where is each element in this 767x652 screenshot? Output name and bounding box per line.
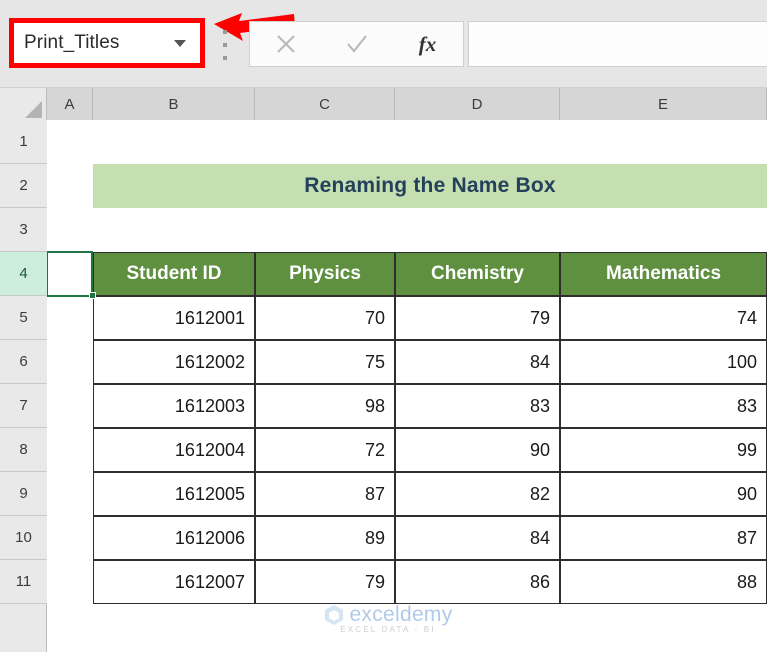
name-box-value: Print_Titles (24, 32, 120, 53)
table-row[interactable]: 1612006 (93, 516, 255, 560)
table-row[interactable]: 1612004 (93, 428, 255, 472)
row-header-1[interactable]: 1 (0, 120, 47, 164)
column-header-row: A B C D E (0, 88, 767, 120)
enter-check-icon[interactable] (321, 22, 392, 66)
fill-handle[interactable] (89, 292, 96, 299)
row-header-9[interactable]: 9 (0, 472, 47, 516)
table-row[interactable]: 86 (395, 560, 560, 604)
table-header-physics[interactable]: Physics (255, 252, 395, 296)
table-row[interactable]: 84 (395, 516, 560, 560)
table-row[interactable]: 83 (560, 384, 767, 428)
table-header-mathematics[interactable]: Mathematics (560, 252, 767, 296)
table-row[interactable]: 74 (560, 296, 767, 340)
row-header-column: 1 2 3 4 5 6 7 8 9 10 11 (0, 120, 47, 652)
cancel-x-icon[interactable] (250, 22, 321, 66)
row-header-11[interactable]: 11 (0, 560, 47, 604)
formula-bar-area: Print_Titles fx (0, 0, 767, 88)
table-row[interactable]: 1612005 (93, 472, 255, 516)
formula-input[interactable] (468, 21, 767, 67)
worksheet-grid: A B C D E 1 2 3 4 5 6 7 8 9 10 11 Renami… (0, 88, 767, 652)
table-row[interactable]: 83 (395, 384, 560, 428)
row-header-7[interactable]: 7 (0, 384, 47, 428)
insert-function-button[interactable]: fx (392, 22, 463, 66)
table-row[interactable]: 1612007 (93, 560, 255, 604)
table-row[interactable]: 100 (560, 340, 767, 384)
table-header-student-id[interactable]: Student ID (93, 252, 255, 296)
table-row[interactable]: 87 (560, 516, 767, 560)
row-header-8[interactable]: 8 (0, 428, 47, 472)
table-row[interactable]: 72 (255, 428, 395, 472)
table-row[interactable]: 87 (255, 472, 395, 516)
name-box[interactable]: Print_Titles (14, 23, 200, 63)
column-header-d[interactable]: D (395, 88, 560, 120)
name-box-highlight: Print_Titles (9, 18, 205, 68)
chevron-down-icon[interactable] (174, 39, 186, 47)
excel-worksheet-screenshot: Print_Titles fx A B C D E 1 2 3 4 5 6 7 … (0, 0, 767, 652)
table-row[interactable]: 79 (255, 560, 395, 604)
table-row[interactable]: 89 (255, 516, 395, 560)
table-row[interactable]: 79 (395, 296, 560, 340)
sheet-cells: Renaming the Name Box Student ID Physics… (47, 120, 767, 652)
insert-function-label: fx (418, 31, 437, 56)
table-row[interactable]: 1612003 (93, 384, 255, 428)
row-header-2[interactable]: 2 (0, 164, 47, 208)
table-row[interactable]: 1612001 (93, 296, 255, 340)
table-row[interactable]: 70 (255, 296, 395, 340)
select-all-corner-icon[interactable] (0, 88, 47, 120)
table-row[interactable]: 82 (395, 472, 560, 516)
active-cell-selection (47, 251, 93, 297)
column-header-e[interactable]: E (560, 88, 767, 120)
table-row[interactable]: 84 (395, 340, 560, 384)
row-header-10[interactable]: 10 (0, 516, 47, 560)
row-header-6[interactable]: 6 (0, 340, 47, 384)
column-header-b[interactable]: B (93, 88, 255, 120)
table-row[interactable]: 99 (560, 428, 767, 472)
table-row[interactable]: 90 (560, 472, 767, 516)
table-row[interactable]: 1612002 (93, 340, 255, 384)
table-row[interactable]: 98 (255, 384, 395, 428)
table-row[interactable]: 88 (560, 560, 767, 604)
row-header-3[interactable]: 3 (0, 208, 47, 252)
sheet-banner-title[interactable]: Renaming the Name Box (93, 164, 767, 208)
table-row[interactable]: 90 (395, 428, 560, 472)
table-header-chemistry[interactable]: Chemistry (395, 252, 560, 296)
row-header-4[interactable]: 4 (0, 252, 47, 296)
table-row[interactable]: 75 (255, 340, 395, 384)
row-header-5[interactable]: 5 (0, 296, 47, 340)
column-header-a[interactable]: A (47, 88, 93, 120)
column-header-c[interactable]: C (255, 88, 395, 120)
vertical-ellipsis-icon[interactable] (221, 30, 229, 60)
formula-bar-buttons: fx (249, 21, 464, 67)
